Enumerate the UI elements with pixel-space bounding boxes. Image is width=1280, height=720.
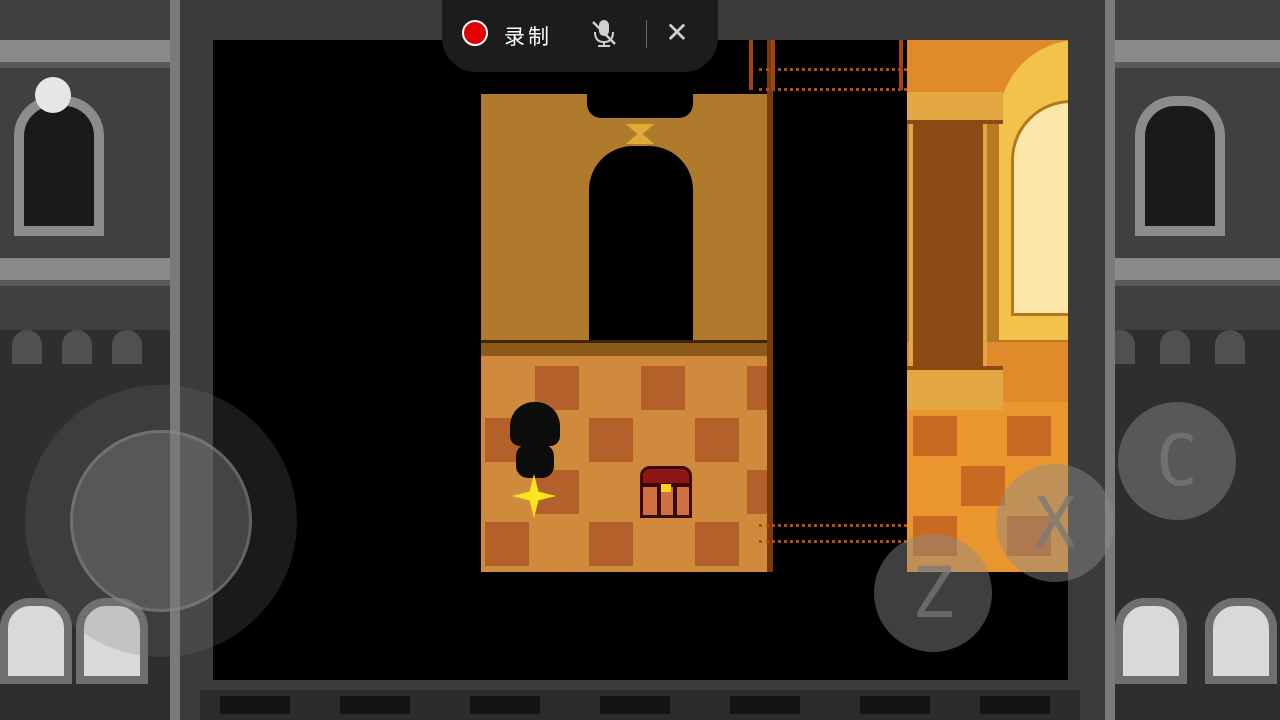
column-base [907, 366, 1003, 410]
crenel [1160, 330, 1190, 364]
treasure-chest[interactable] [640, 466, 692, 518]
virtual-joystick-knob[interactable] [70, 430, 252, 612]
crenel [12, 330, 42, 364]
x-button[interactable]: X [996, 464, 1114, 582]
doorway[interactable] [589, 146, 693, 356]
castle-window [14, 96, 104, 236]
frame-bottom-strip [200, 690, 1080, 720]
dark-pillar [759, 40, 925, 572]
golden-column [909, 100, 987, 410]
recording-toolbar: 录制 ✕ [442, 0, 718, 72]
player-character [510, 402, 560, 478]
pillar-stub [749, 40, 775, 90]
close-icon[interactable]: ✕ [664, 14, 690, 52]
crenel [62, 330, 92, 364]
castle-window [1135, 96, 1225, 236]
floating-assist-dot[interactable] [35, 77, 71, 113]
record-indicator[interactable] [462, 20, 488, 46]
crenel [1215, 330, 1245, 364]
small-arch [1205, 598, 1277, 684]
record-label[interactable]: 录制 [504, 21, 552, 51]
small-arch [1115, 598, 1187, 684]
crenel [112, 330, 142, 364]
ceiling-notch [587, 94, 693, 118]
c-button[interactable]: C [1118, 402, 1236, 520]
toolbar-divider [646, 20, 647, 48]
mic-muted-icon[interactable] [590, 18, 618, 48]
column-capital [907, 92, 1003, 124]
z-button[interactable]: Z [874, 534, 992, 652]
stained-glass-window [1011, 100, 1068, 316]
